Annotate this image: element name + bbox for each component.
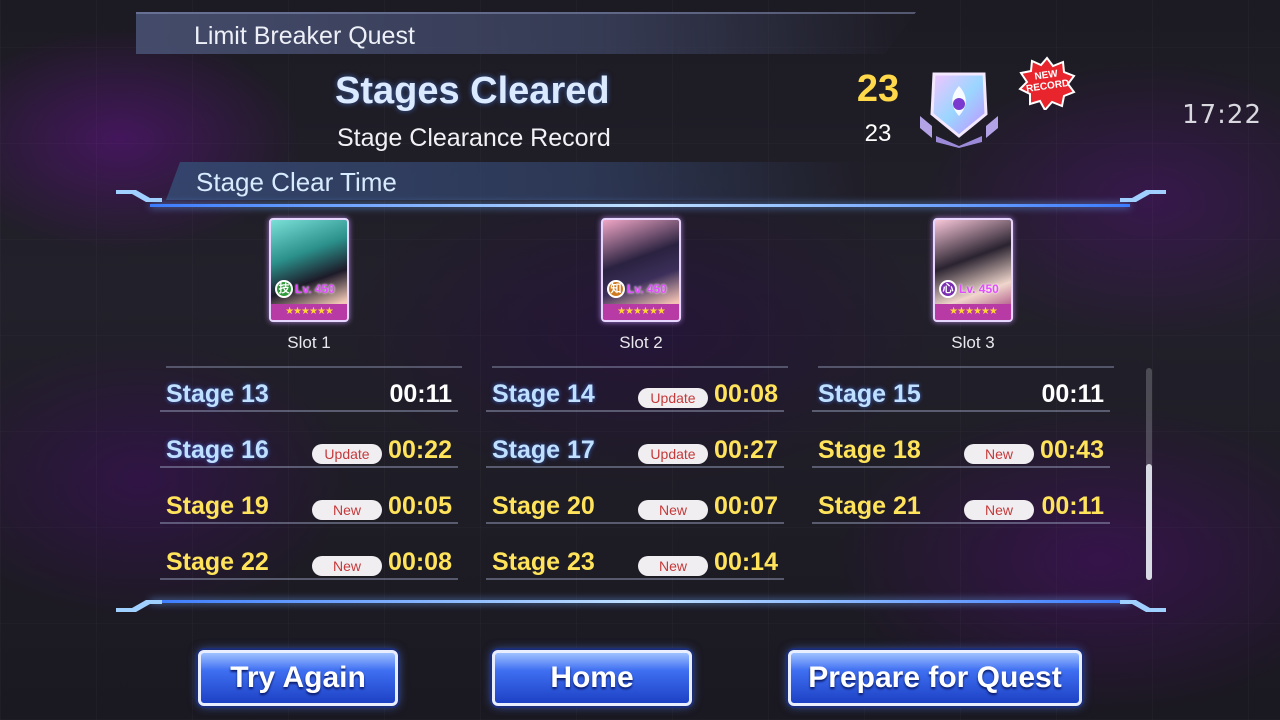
character-level: Lv. 450 (959, 282, 999, 296)
stage-name: Stage 21 (818, 492, 921, 520)
slot-1-label: Slot 1 (287, 333, 331, 352)
stage-name: Stage 20 (492, 492, 595, 520)
scrollbar-thumb[interactable] (1146, 464, 1152, 580)
stage-row: Stage 13 00:11 (160, 366, 458, 412)
status-badge: New (312, 500, 382, 520)
attribute-emblem-icon: 心 (939, 280, 957, 298)
character-level: Lv. 450 (627, 282, 667, 296)
stage-row: Stage 22 New 00:08 (160, 534, 458, 580)
stage-name: Stage 22 (166, 548, 269, 576)
divider-bottom (150, 600, 1130, 603)
stage-row: Stage 17 Update 00:27 (486, 422, 784, 468)
stage-name: Stage 18 (818, 436, 921, 464)
clear-time: 00:07 (714, 492, 778, 520)
slot-1-card[interactable]: 技 Lv. 450 ★★★★★★ (269, 218, 349, 322)
stage-row: Stage 19 New 00:05 (160, 478, 458, 524)
section-title: Stage Clear Time (196, 167, 397, 197)
status-badge: New (312, 556, 382, 576)
attribute-emblem-icon: 技 (275, 280, 293, 298)
stage-clear-time-list[interactable]: Stage 13 00:11 Stage 14 Update 00:08 Stage 15… (160, 358, 1140, 590)
clear-time: 00:43 (1040, 436, 1104, 464)
rarity-stars: ★★★★★★ (603, 304, 679, 320)
record-value: 23 (864, 120, 892, 147)
stage-row: Stage 15 00:11 (812, 366, 1110, 412)
slot-3-card[interactable]: 心 Lv. 450 ★★★★★★ (933, 218, 1013, 322)
character-portrait: 知 Lv. 450 ★★★★★★ (601, 218, 681, 322)
status-badge: New (964, 444, 1034, 464)
stage-name: Stage 13 (166, 380, 269, 408)
status-badge: New (638, 556, 708, 576)
divider-cap-left-icon (116, 600, 162, 612)
quest-title-bar: Limit Breaker Quest (136, 12, 916, 54)
status-time: 17:22 (1182, 100, 1262, 130)
quest-title: Limit Breaker Quest (194, 22, 415, 50)
character-portrait: 心 Lv. 450 ★★★★★★ (933, 218, 1013, 322)
stage-row: Stage 21 New 00:11 (812, 478, 1110, 524)
status-badge: New (638, 500, 708, 520)
stage-name: Stage 23 (492, 548, 595, 576)
divider-cap-left-icon (116, 190, 162, 202)
try-again-button[interactable]: Try Again (198, 650, 398, 706)
new-record-badge: NEW RECORD (1018, 56, 1076, 112)
stages-cleared-title: Stages Cleared (335, 70, 610, 112)
divider-cap-right-icon (1120, 600, 1166, 612)
stage-row: Stage 23 New 00:14 (486, 534, 784, 580)
rarity-stars: ★★★★★★ (935, 304, 1011, 320)
character-level: Lv. 450 (295, 282, 335, 296)
clear-time: 00:22 (388, 436, 452, 464)
stage-row: Stage 20 New 00:07 (486, 478, 784, 524)
slot-2-card[interactable]: 知 Lv. 450 ★★★★★★ (601, 218, 681, 322)
clear-time: 00:11 (1041, 492, 1104, 520)
clear-time: 00:14 (714, 548, 778, 576)
slot-2-label: Slot 2 (619, 333, 663, 352)
stage-name: Stage 17 (492, 436, 595, 464)
stage-name: Stage 14 (492, 380, 595, 408)
list-scrollbar[interactable] (1146, 368, 1152, 580)
stage-row: Stage 14 Update 00:08 (486, 366, 784, 412)
stages-cleared-value: 23 (856, 68, 900, 110)
status-badge: Update (312, 444, 382, 464)
stage-clearance-record-label: Stage Clearance Record (337, 124, 611, 152)
stage-name: Stage 15 (818, 380, 921, 408)
clear-time: 00:11 (1041, 380, 1104, 408)
clear-time: 00:05 (388, 492, 452, 520)
stage-row: Stage 18 New 00:43 (812, 422, 1110, 468)
home-button[interactable]: Home (492, 650, 692, 706)
rank-crest-icon (920, 72, 998, 148)
clear-time: 00:08 (714, 380, 778, 408)
status-badge: Update (638, 444, 708, 464)
clear-time: 00:11 (389, 380, 452, 408)
stage-name: Stage 16 (166, 436, 269, 464)
clear-time: 00:27 (714, 436, 778, 464)
slot-3-label: Slot 3 (951, 333, 995, 352)
divider-top (150, 204, 1130, 207)
clear-time: 00:08 (388, 548, 452, 576)
stage-row: Stage 16 Update 00:22 (160, 422, 458, 468)
prepare-for-quest-button[interactable]: Prepare for Quest (788, 650, 1082, 706)
status-badge: Update (638, 388, 708, 408)
stage-name: Stage 19 (166, 492, 269, 520)
attribute-emblem-icon: 知 (607, 280, 625, 298)
section-header: Stage Clear Time (166, 162, 866, 200)
character-portrait: 技 Lv. 450 ★★★★★★ (269, 218, 349, 322)
rarity-stars: ★★★★★★ (271, 304, 347, 320)
status-badge: New (964, 500, 1034, 520)
divider-cap-right-icon (1120, 190, 1166, 202)
